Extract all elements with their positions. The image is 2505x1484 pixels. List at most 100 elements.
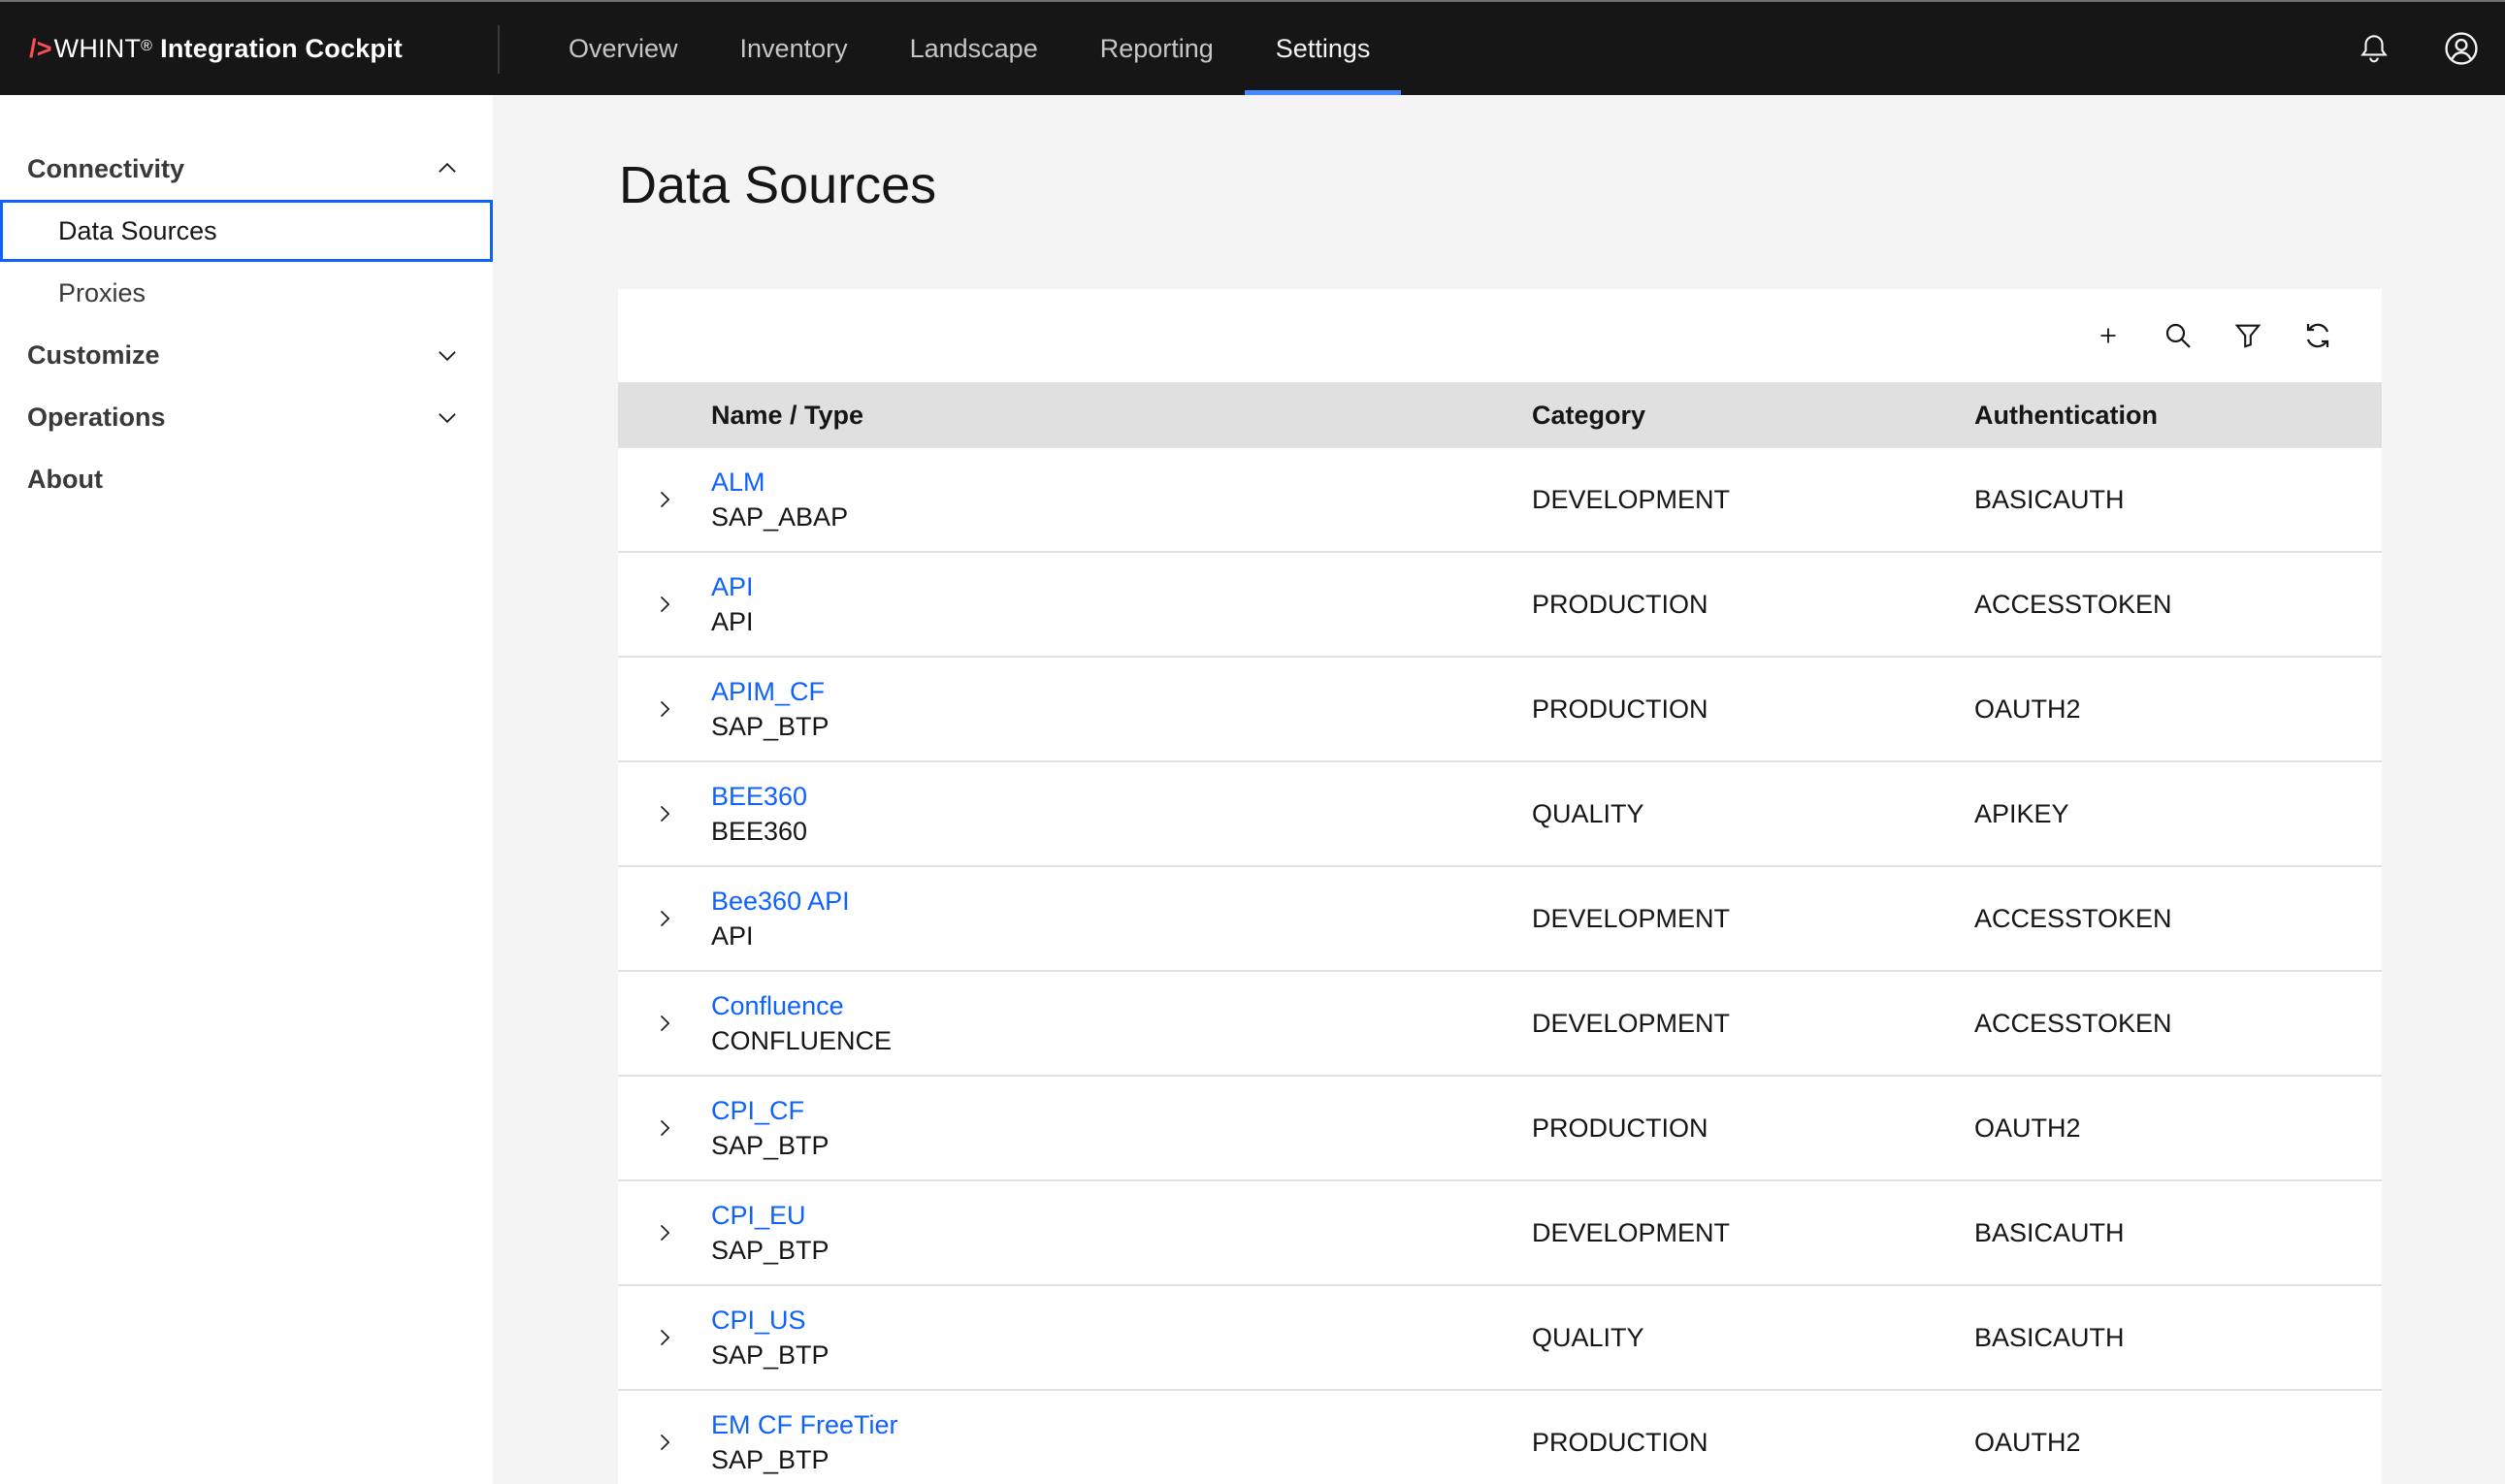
nav-inventory[interactable]: Inventory <box>709 2 879 95</box>
data-source-name-link[interactable]: EM CF FreeTier <box>711 1407 1532 1442</box>
sidebar-item-proxies[interactable]: Proxies <box>0 262 493 324</box>
table-row: CPI_CF SAP_BTP PRODUCTION OAUTH2 <box>618 1077 2382 1181</box>
filter-icon <box>2234 324 2261 348</box>
data-source-type: SAP_BTP <box>711 712 830 741</box>
data-source-type: CONFLUENCE <box>711 1026 893 1055</box>
table-row: EM CF FreeTier SAP_BTP PRODUCTION OAUTH2 <box>618 1391 2382 1484</box>
data-sources-table: Name / Type Category Authentication ALM S… <box>618 289 2382 1484</box>
sidebar-group-connectivity[interactable]: Connectivity <box>0 138 493 200</box>
chevron-right-icon <box>660 1119 670 1137</box>
data-source-authentication: ACCESSTOKEN <box>1974 903 2172 933</box>
data-source-name-link[interactable]: CPI_EU <box>711 1198 1532 1233</box>
nav-reporting[interactable]: Reporting <box>1069 2 1245 95</box>
data-source-name-link[interactable]: ALM <box>711 465 1532 500</box>
data-source-type: SAP_BTP <box>711 1131 830 1160</box>
sidebar-group-about[interactable]: About <box>0 448 493 510</box>
data-source-authentication: OAUTH2 <box>1974 694 2081 724</box>
data-source-name-link[interactable]: Confluence <box>711 988 1532 1023</box>
table-row: Bee360 API API DEVELOPMENT ACCESSTOKEN <box>618 867 2382 972</box>
expand-row-button[interactable] <box>645 585 684 624</box>
data-source-category: PRODUCTION <box>1532 589 1708 619</box>
column-header-authentication[interactable]: Authentication <box>1974 401 2382 431</box>
data-source-authentication: BASICAUTH <box>1974 1322 2125 1352</box>
data-source-name-link[interactable]: Bee360 API <box>711 884 1532 919</box>
data-source-type: BEE360 <box>711 817 808 846</box>
table-body: ALM SAP_ABAP DEVELOPMENT BASICAUTH API API… <box>618 448 2382 1484</box>
expand-row-button[interactable] <box>645 480 684 519</box>
data-source-type: SAP_BTP <box>711 1340 830 1370</box>
chevron-right-icon <box>660 491 670 508</box>
refresh-icon <box>2306 323 2329 348</box>
nav-settings[interactable]: Settings <box>1244 2 1402 95</box>
sidebar-group-label: Connectivity <box>27 153 185 183</box>
data-source-name-link[interactable]: CPI_CF <box>711 1093 1532 1128</box>
brand-logo[interactable]: /> WHINT ® Integration Cockpit <box>0 2 500 95</box>
data-source-category: PRODUCTION <box>1532 1427 1708 1457</box>
expand-row-button[interactable] <box>645 794 684 833</box>
chevron-right-icon <box>660 1329 670 1346</box>
sidebar: Connectivity Data Sources Proxies Custom… <box>0 95 493 1484</box>
chevron-right-icon <box>660 805 670 823</box>
sidebar-group-label: About <box>27 464 103 494</box>
data-source-authentication: OAUTH2 <box>1974 1113 2081 1143</box>
expand-row-button[interactable] <box>645 1318 684 1357</box>
sidebar-group-operations[interactable]: Operations <box>0 386 493 448</box>
expand-row-button[interactable] <box>645 1213 684 1252</box>
chevron-right-icon <box>660 1434 670 1451</box>
chevron-down-icon <box>439 413 456 424</box>
expand-row-button[interactable] <box>645 1004 684 1043</box>
page-title: Data Sources <box>619 156 937 214</box>
data-source-category: QUALITY <box>1532 1322 1644 1352</box>
add-icon <box>2100 328 2116 343</box>
add-button[interactable] <box>2073 301 2143 371</box>
user-avatar-icon <box>2445 32 2478 65</box>
data-source-category: QUALITY <box>1532 798 1644 828</box>
user-avatar-button[interactable] <box>2418 2 2505 95</box>
data-source-type: SAP_BTP <box>711 1445 830 1474</box>
data-source-category: DEVELOPMENT <box>1532 1217 1731 1247</box>
column-header-name[interactable]: Name / Type <box>711 401 1532 431</box>
table-row: CPI_EU SAP_BTP DEVELOPMENT BASICAUTH <box>618 1181 2382 1286</box>
brand-registered-mark: ® <box>141 38 153 54</box>
nav-landscape[interactable]: Landscape <box>879 2 1069 95</box>
table-toolbar <box>618 289 2382 382</box>
data-source-type: SAP_ABAP <box>711 502 849 532</box>
chevron-right-icon <box>660 1015 670 1032</box>
table-row: BEE360 BEE360 QUALITY APIKEY <box>618 762 2382 867</box>
table-header: Name / Type Category Authentication <box>618 382 2382 448</box>
data-source-authentication: APIKEY <box>1974 798 2069 828</box>
data-source-category: DEVELOPMENT <box>1532 903 1731 933</box>
sidebar-group-customize[interactable]: Customize <box>0 324 493 386</box>
filter-button[interactable] <box>2213 301 2283 371</box>
expand-row-button[interactable] <box>645 899 684 938</box>
data-source-authentication: BASICAUTH <box>1974 1217 2125 1247</box>
top-header: /> WHINT ® Integration Cockpit Overview I… <box>0 0 2505 95</box>
refresh-button[interactable] <box>2283 301 2353 371</box>
table-row: Confluence CONFLUENCE DEVELOPMENT ACCESST… <box>618 972 2382 1077</box>
expand-row-button[interactable] <box>645 1109 684 1147</box>
expand-row-button[interactable] <box>645 690 684 728</box>
data-source-name-link[interactable]: API <box>711 569 1532 604</box>
brand-name: WHINT <box>53 33 142 63</box>
data-source-name-link[interactable]: APIM_CF <box>711 674 1532 709</box>
sidebar-item-data-sources[interactable]: Data Sources <box>0 200 493 262</box>
search-button[interactable] <box>2143 301 2213 371</box>
data-source-category: DEVELOPMENT <box>1532 1008 1731 1038</box>
data-source-category: PRODUCTION <box>1532 694 1708 724</box>
chevron-right-icon <box>660 700 670 718</box>
data-source-category: PRODUCTION <box>1532 1113 1708 1143</box>
main-nav: Overview Inventory Landscape Reporting S… <box>537 2 1401 95</box>
chevron-right-icon <box>660 596 670 613</box>
expand-row-button[interactable] <box>645 1423 684 1462</box>
column-header-category[interactable]: Category <box>1532 401 1974 431</box>
data-source-authentication: BASICAUTH <box>1974 484 2125 514</box>
nav-overview[interactable]: Overview <box>537 2 709 95</box>
data-source-name-link[interactable]: BEE360 <box>711 779 1532 814</box>
table-row: ALM SAP_ABAP DEVELOPMENT BASICAUTH <box>618 448 2382 553</box>
chevron-right-icon <box>660 910 670 927</box>
table-row: API API PRODUCTION ACCESSTOKEN <box>618 553 2382 658</box>
data-source-type: SAP_BTP <box>711 1236 830 1265</box>
sidebar-group-label: Customize <box>27 339 160 370</box>
data-source-name-link[interactable]: CPI_US <box>711 1303 1532 1338</box>
notification-button[interactable] <box>2330 2 2418 95</box>
